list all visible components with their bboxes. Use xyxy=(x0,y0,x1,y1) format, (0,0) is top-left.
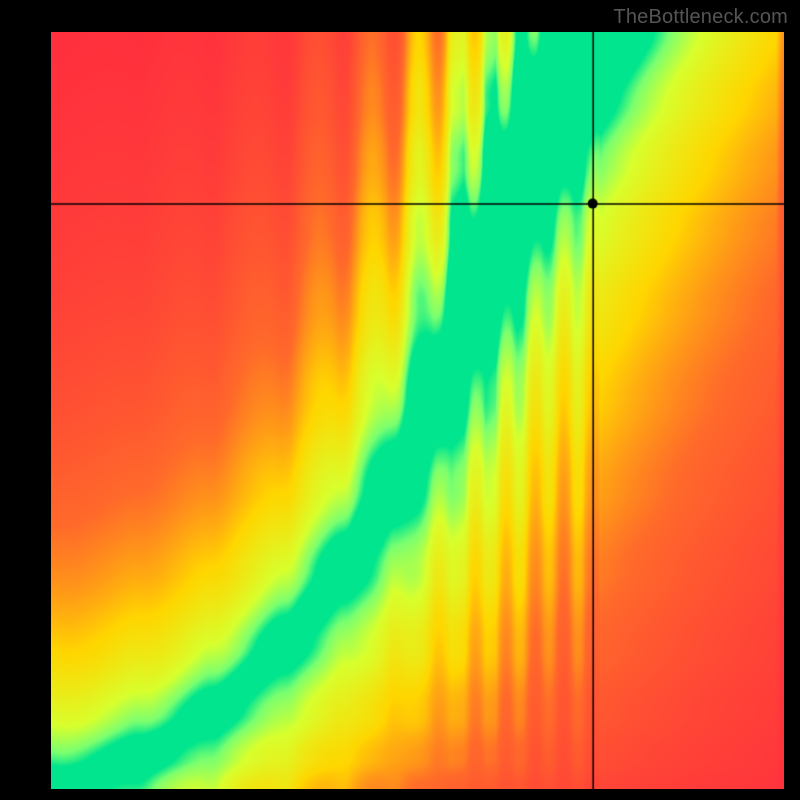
watermark-text: TheBottleneck.com xyxy=(613,6,788,29)
heatmap-canvas xyxy=(51,32,784,789)
heatmap-plot xyxy=(51,32,784,789)
